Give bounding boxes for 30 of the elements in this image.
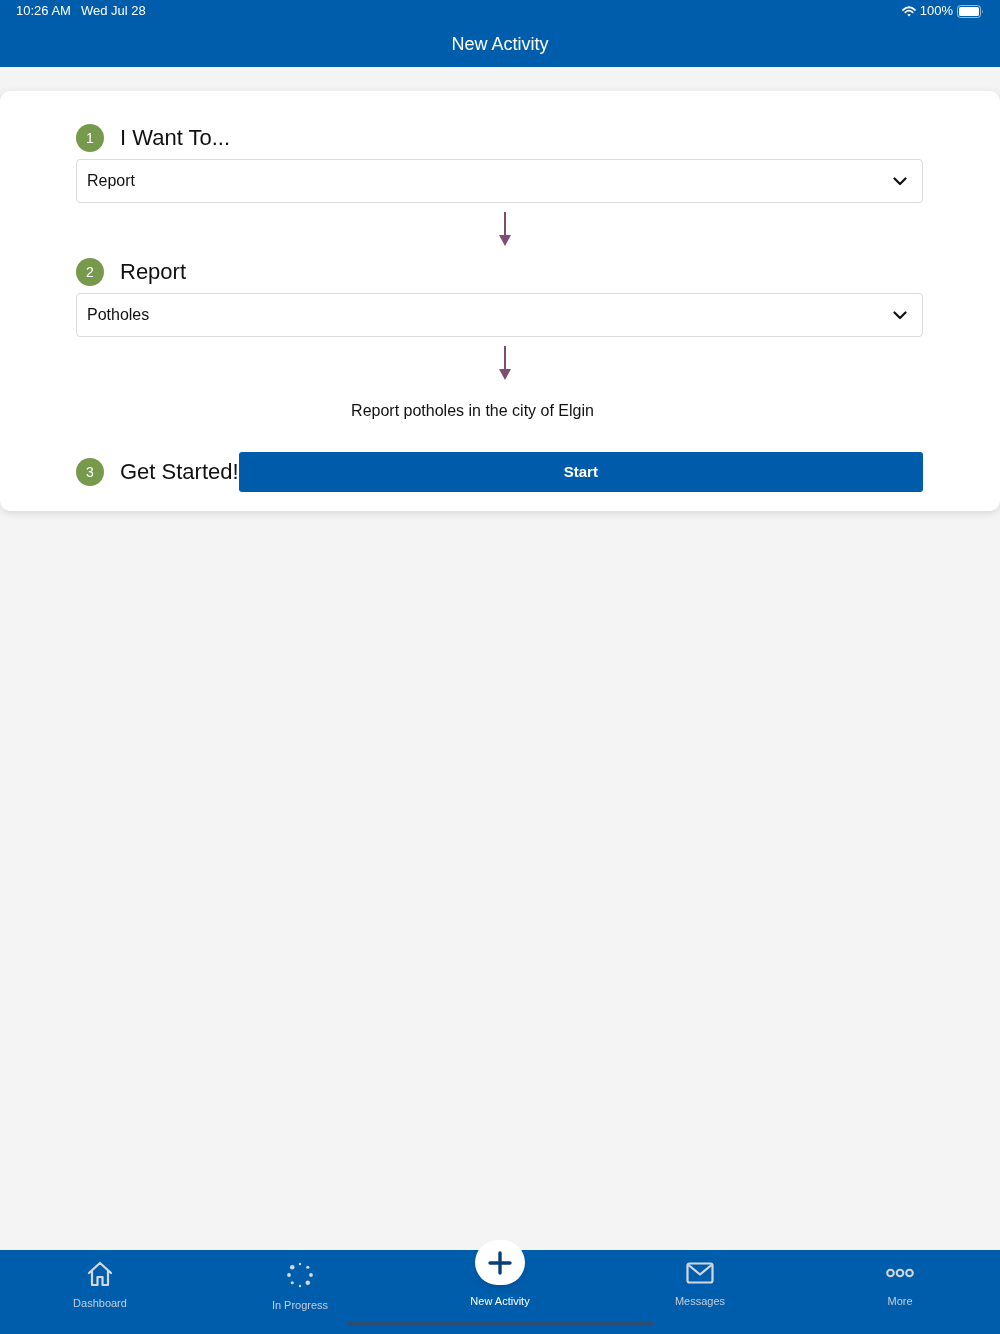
loading-dots-icon	[286, 1261, 314, 1289]
tab-bar-item[interactable]: Messages	[600, 1250, 800, 1308]
status-time: 10:26 AM	[16, 2, 71, 21]
down-arrow-icon	[498, 212, 511, 246]
more-icon	[886, 1268, 914, 1278]
down-arrow-icon	[498, 346, 511, 380]
start-button[interactable]: Start	[238, 452, 923, 492]
battery-percent: 100%	[919, 2, 953, 21]
status-date: Wed Jul 28	[80, 2, 146, 21]
tab-bar-item[interactable]: More	[800, 1250, 1000, 1308]
mail-icon	[686, 1262, 714, 1284]
select-value: Report	[87, 171, 136, 191]
wifi-icon	[901, 5, 916, 17]
step-title: I Want To...	[120, 124, 231, 152]
step-title: Get Started!	[120, 458, 239, 486]
step-number-badge: 2	[76, 258, 104, 286]
dropdown-select[interactable]: Potholes	[76, 293, 923, 337]
chevron-down-icon	[893, 310, 907, 320]
step-number-badge: 1	[76, 124, 104, 152]
tab-bar-item[interactable]: New Activity	[400, 1240, 600, 1308]
step-description: Report potholes in the city of Elgin	[351, 401, 594, 421]
step-title: Report	[120, 258, 187, 286]
chevron-down-icon	[893, 176, 907, 186]
tab-bar-item[interactable]: Dashboard	[0, 1250, 200, 1308]
step-number-badge: 3	[76, 458, 104, 486]
select-value: Potholes	[87, 305, 150, 325]
home-icon	[86, 1261, 114, 1287]
dropdown-select[interactable]: Report	[76, 159, 923, 203]
screen-title: New Activity	[451, 33, 549, 56]
battery-icon	[957, 4, 984, 18]
